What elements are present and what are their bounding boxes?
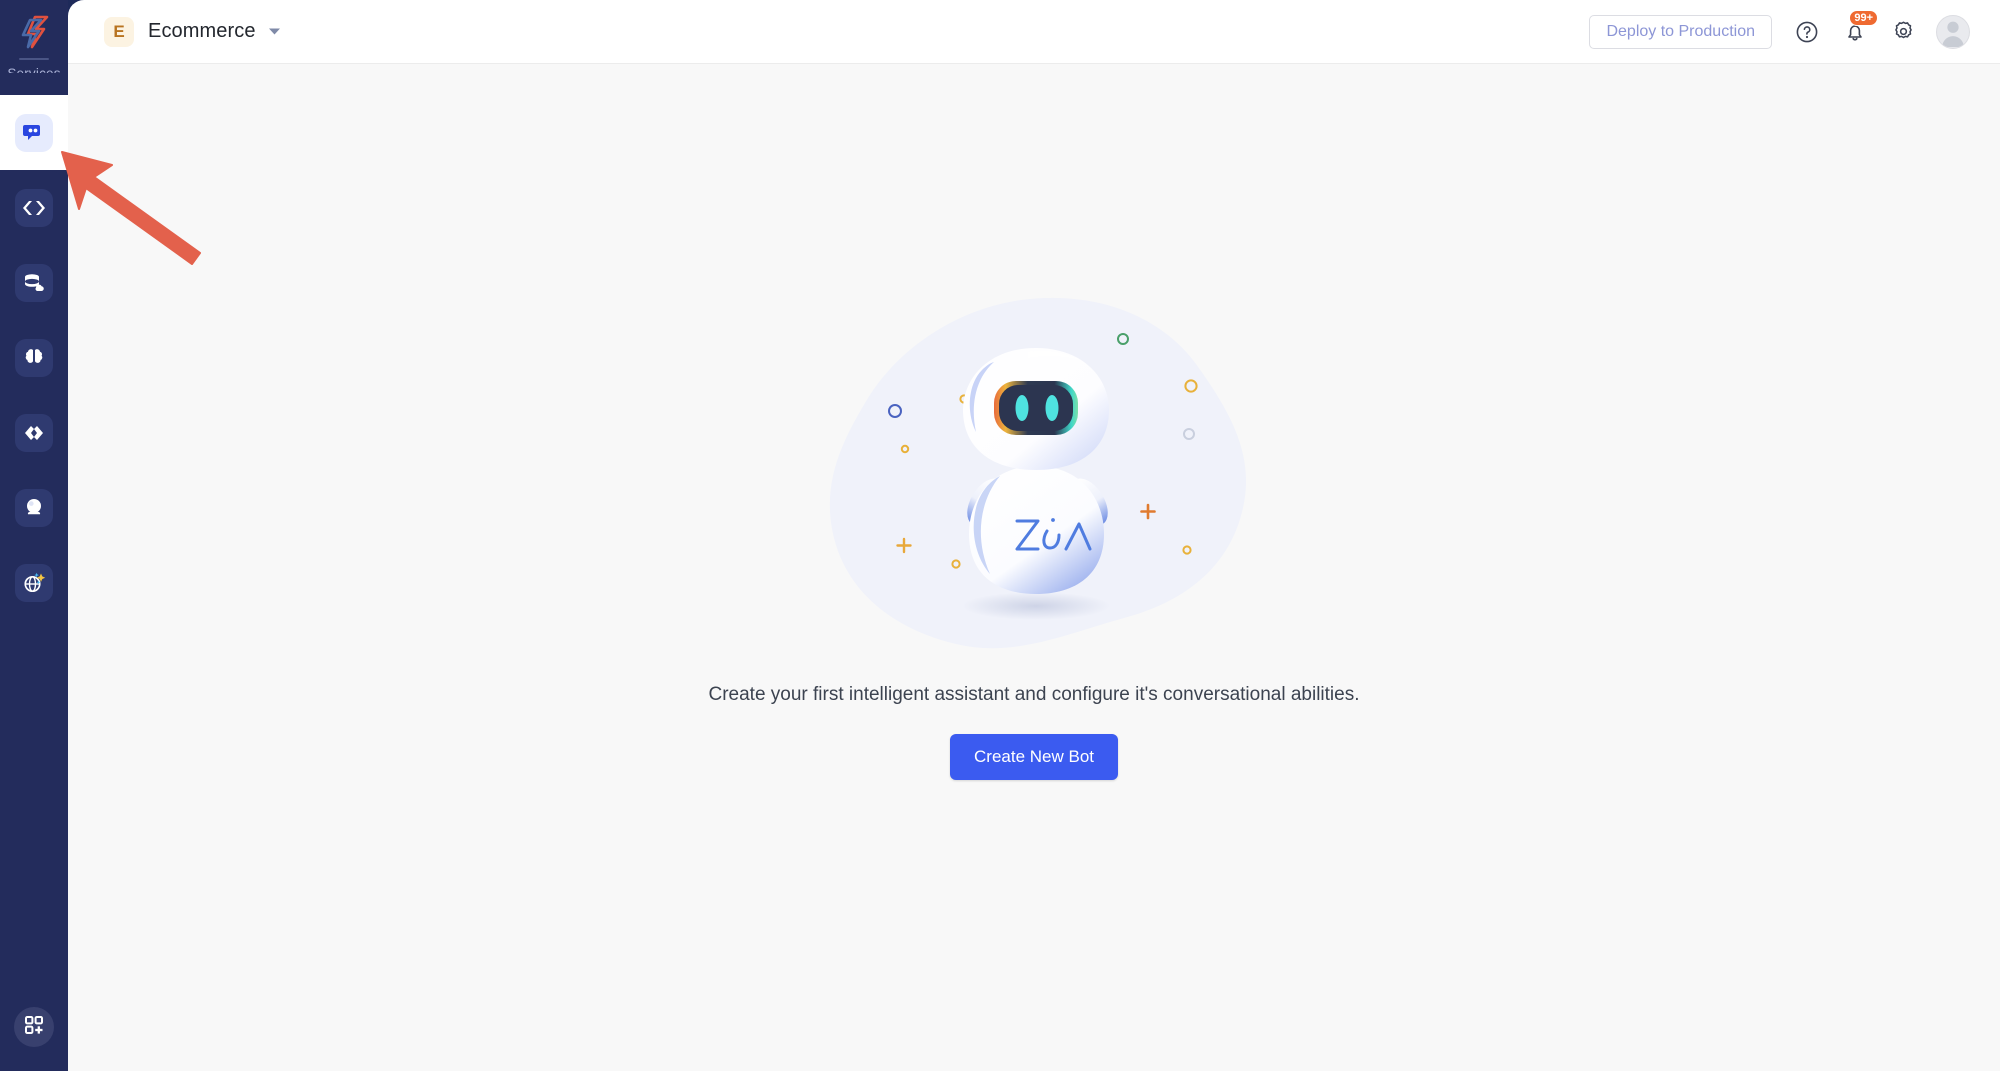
sidebar-item-chat-bots[interactable] (0, 73, 68, 192)
sidebar-item-integrations[interactable] (0, 395, 68, 470)
empty-state-illustration (804, 286, 1264, 666)
notification-count-badge: 99+ (1849, 9, 1878, 26)
grid-plus-icon (24, 1015, 44, 1040)
sidebar-item-all-services[interactable] (14, 1007, 54, 1047)
code-brackets-icon (15, 188, 53, 227)
globe-sparkle-icon (15, 563, 53, 602)
create-new-bot-button[interactable]: Create New Bot (950, 734, 1118, 780)
rail-section-label: Services (7, 66, 61, 81)
sidebar-item-functions[interactable] (0, 170, 68, 245)
header-actions: Deploy to Production 99+ (1589, 9, 1970, 49)
workspace-name: Ecommerce (148, 20, 256, 42)
crystal-ball-icon (15, 488, 53, 527)
main-content: Create your first intelligent assistant … (68, 64, 2000, 1071)
app-logo[interactable] (12, 10, 56, 54)
sidebar-item-ai[interactable] (0, 320, 68, 395)
left-rail: Services (0, 0, 68, 1071)
database-cloud-icon (15, 263, 53, 302)
chevron-down-icon[interactable] (268, 23, 281, 41)
notifications-button[interactable]: 99+ (1842, 9, 1878, 45)
settings-button[interactable] (1890, 19, 1916, 45)
sidebar-item-crystal-ball[interactable] (0, 470, 68, 545)
chat-bubbles-icon (15, 113, 53, 152)
zia-robot-mascot (829, 297, 1247, 649)
workspace-initial-badge: E (104, 16, 134, 47)
help-button[interactable] (1794, 19, 1820, 45)
infinity-link-icon (15, 413, 53, 452)
empty-state-message: Create your first intelligent assistant … (708, 684, 1360, 705)
avatar[interactable] (1936, 14, 1970, 49)
rail-divider (19, 58, 49, 60)
top-header: E Ecommerce Deploy to Production 99+ (68, 0, 2000, 64)
brain-icon (15, 338, 53, 377)
deploy-to-production-button[interactable]: Deploy to Production (1589, 14, 1772, 49)
question-circle-icon (1796, 21, 1818, 42)
rail-item-list (0, 73, 68, 620)
gear-icon (1894, 21, 1912, 39)
app-root: Services E Ecommerce Deploy to Productio… (0, 0, 2000, 1071)
sidebar-item-smart-browser[interactable] (0, 545, 68, 620)
user-avatar-icon (1942, 21, 1964, 47)
sidebar-bottom-section (14, 1007, 54, 1047)
sidebar-item-data-store[interactable] (0, 245, 68, 320)
